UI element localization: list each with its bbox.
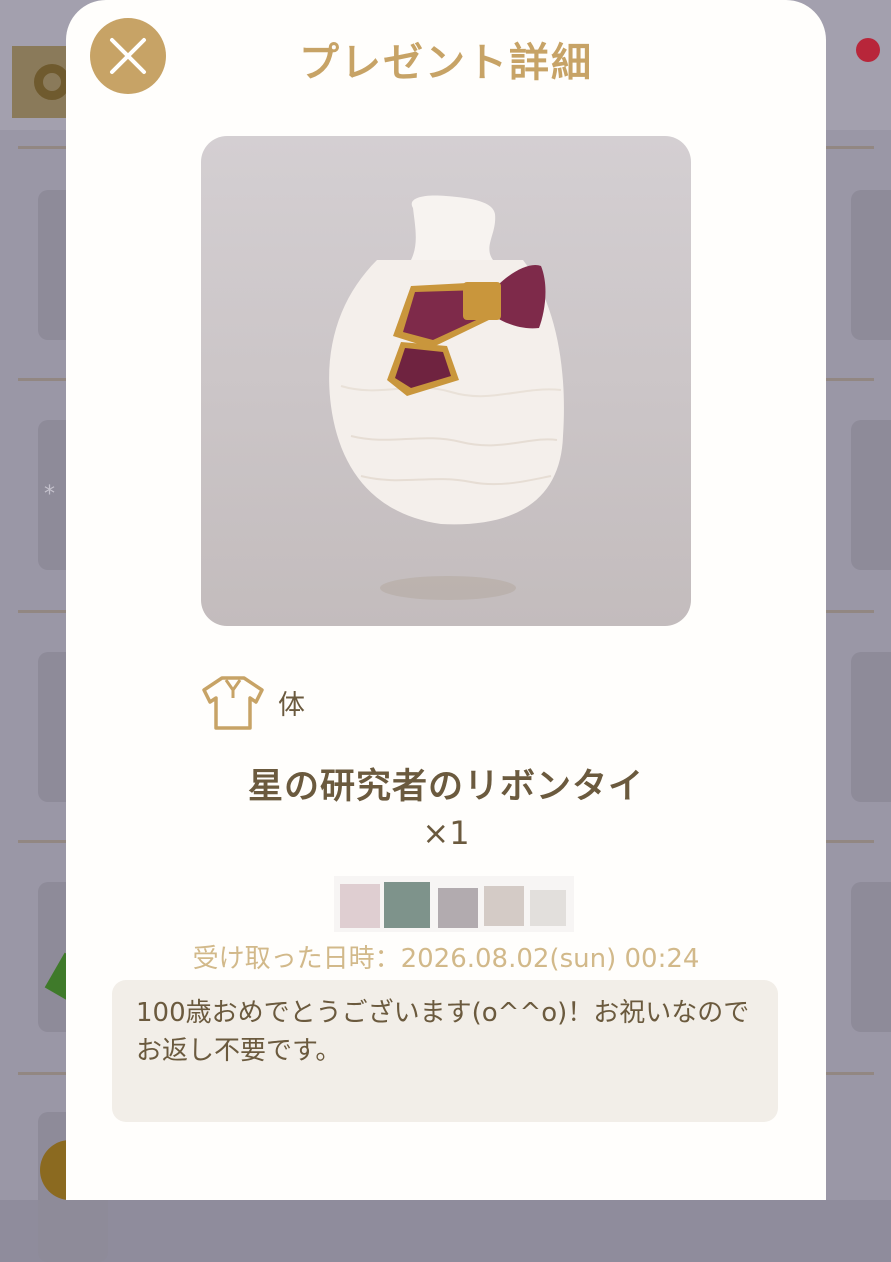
modal-title: プレゼント詳細: [299, 40, 593, 86]
ring-icon: [34, 64, 70, 100]
sender-avatar-blurred: [334, 876, 574, 932]
received-datetime: 受け取った日時：2026.08.02(sun) 00:24: [192, 944, 700, 974]
item-quantity: ×1: [422, 814, 470, 852]
notification-dot: [856, 38, 880, 62]
background-list-card: [851, 190, 891, 340]
item-image: [201, 136, 691, 626]
background-list-card: [851, 420, 891, 570]
present-detail-modal: プレゼント詳細 体 星の研究者のリボンタイ ×1 受け取った日時：2026.08…: [66, 0, 826, 1200]
background-list-card: [851, 652, 891, 802]
shirt-icon: [202, 676, 264, 730]
message-text: 100歳おめでとうございます(o^^o)！お祝いなのでお返し不要です。: [136, 998, 750, 1066]
item-name: 星の研究者のリボンタイ: [247, 767, 644, 807]
category-label: 体: [278, 689, 305, 721]
category-row: 体: [200, 672, 305, 732]
sparkle-icon: *: [44, 482, 55, 507]
background-list-card: [851, 882, 891, 1032]
message-box: 100歳おめでとうございます(o^^o)！お祝いなのでお返し不要です。: [112, 980, 778, 1122]
ribbon-tie-item: [329, 195, 564, 600]
